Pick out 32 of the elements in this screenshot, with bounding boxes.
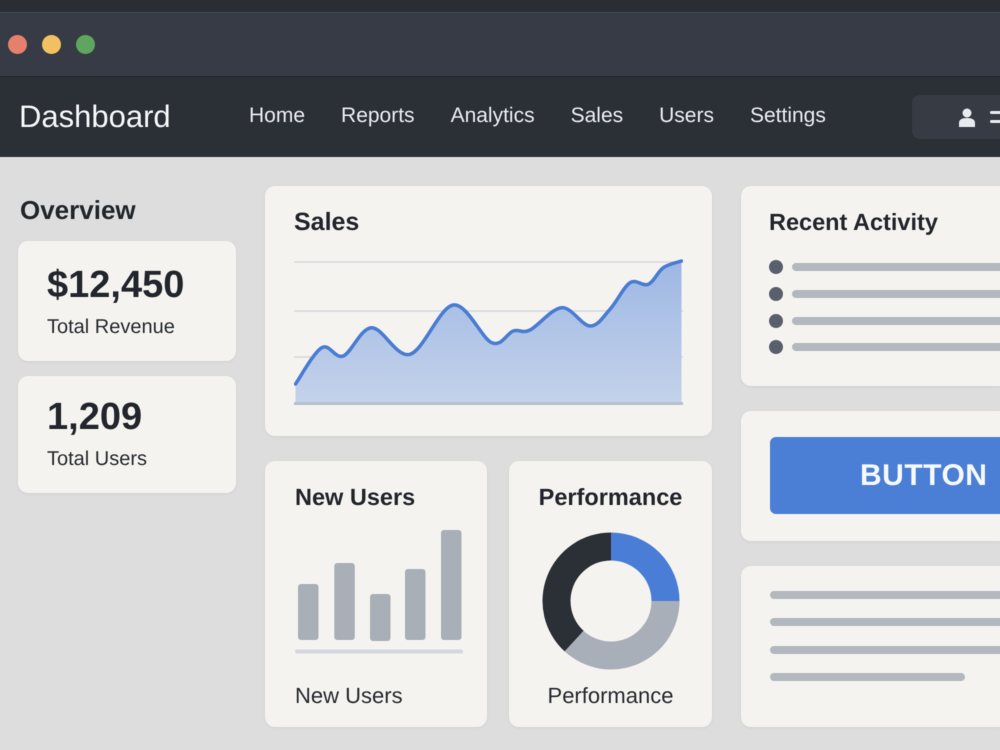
card-title: Sales	[294, 207, 360, 237]
action-button[interactable]: BUTTON	[770, 437, 1000, 514]
bar	[405, 569, 426, 640]
chart-caption: Performance	[548, 683, 674, 709]
nav-link[interactable]: Reports	[341, 102, 415, 132]
stat-label: Total Users	[47, 447, 148, 471]
app-title: Dashboard	[19, 99, 171, 135]
stat-value: 1,209	[47, 395, 142, 439]
bar	[370, 594, 390, 641]
card-title: Recent Activity	[769, 208, 938, 236]
minimize-button[interactable]	[42, 34, 61, 54]
card-title: New Users	[295, 483, 416, 511]
chart-caption: New Users	[295, 683, 403, 709]
card-title: Performance	[538, 483, 682, 511]
bullet-icon	[769, 314, 783, 328]
account-button[interactable]	[912, 95, 1000, 139]
nav-link[interactable]: Users	[659, 102, 714, 132]
bullet-icon	[769, 260, 783, 274]
stat-label: Total Revenue	[47, 315, 175, 339]
user-icon	[959, 108, 975, 126]
bullet-icon	[769, 340, 783, 354]
section-title: Overview	[20, 195, 136, 226]
stat-value: $12,450	[47, 263, 184, 307]
menu-icon	[990, 110, 1000, 124]
maximize-button[interactable]	[76, 34, 95, 54]
nav-link[interactable]: Home	[249, 102, 306, 132]
nav-link[interactable]: Sales	[570, 102, 624, 132]
nav-link[interactable]: Settings	[750, 102, 826, 132]
bar	[298, 584, 318, 640]
close-button[interactable]	[8, 34, 27, 54]
bullet-icon	[769, 286, 783, 301]
nav-link[interactable]: Analytics	[450, 102, 535, 132]
